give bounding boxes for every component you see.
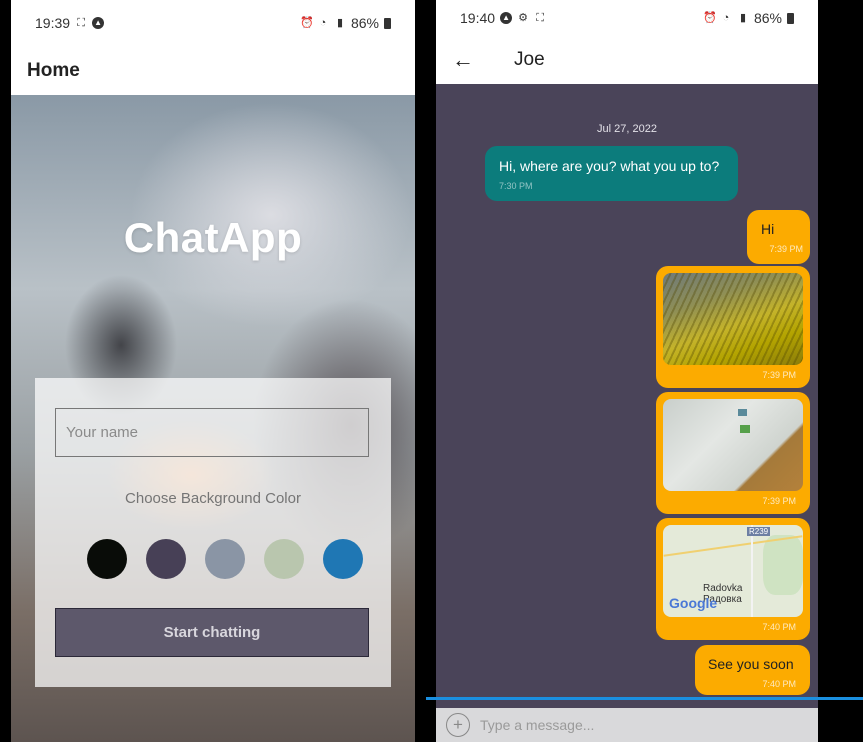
alarm-icon: ⏰ [702, 12, 717, 24]
settings-icon: ⚙ [518, 12, 528, 24]
start-form: Choose Background Color Start chatting [35, 378, 391, 687]
choose-color-label: Choose Background Color [125, 490, 301, 507]
color-swatch-blue[interactable] [323, 539, 363, 579]
contact-name: Joe [514, 49, 545, 70]
battery-percent: 86% [753, 10, 782, 26]
message-bubble-image[interactable]: 7:39 PM [656, 266, 810, 388]
arrow-left-icon[interactable]: ← [452, 47, 482, 73]
home-header: Home [11, 46, 415, 95]
app-title: ChatApp [123, 214, 303, 261]
home-screen: 19:39 ⛶ ▲ ⏰ ◔ ▮ 86% Home ChatApp Choose … [11, 0, 415, 742]
signal-icon: ▮ [739, 12, 746, 24]
message-time: 7:40 PM [762, 622, 796, 632]
chat-header: ← Joe [436, 36, 818, 84]
message-bubble-received[interactable]: Hi, where are you? what you up to? 7:30 … [485, 146, 738, 201]
message-bubble-location[interactable]: R239 Radovka Радовка Google 7:40 PM [656, 518, 810, 640]
message-composer: + [436, 708, 818, 742]
start-chatting-button[interactable]: Start chatting [55, 608, 369, 657]
message-time: 7:30 PM [499, 181, 533, 191]
screenshot-icon: ⛶ [536, 12, 544, 24]
divider-line [426, 697, 863, 700]
battery-percent: 86% [350, 15, 379, 31]
message-text: See you soon [708, 656, 794, 672]
autoplay-icon: ▲ [500, 12, 513, 24]
status-time: 19:39 [35, 15, 71, 31]
alarm-icon: ⏰ [299, 17, 314, 29]
name-input[interactable] [55, 408, 369, 457]
photo-laptop[interactable] [663, 399, 803, 491]
screenshot-icon: ⛶ [77, 17, 85, 29]
color-swatch-green[interactable] [264, 539, 304, 579]
google-logo: Google [669, 595, 718, 611]
message-bubble-sent[interactable]: See you soon 7:40 PM [695, 645, 810, 695]
battery-icon [384, 17, 391, 29]
message-bubble-image[interactable]: 7:39 PM [656, 392, 810, 514]
color-swatch-black[interactable] [87, 539, 127, 579]
screen: 19:39 ⛶ ▲ ⏰ ◔ ▮ 86% Home ChatApp Choose … [0, 0, 863, 742]
message-text: Hi [761, 221, 775, 237]
message-time: 7:40 PM [762, 679, 796, 689]
message-input[interactable] [480, 717, 760, 733]
wifi-icon: ◔ [319, 17, 327, 29]
map-thumbnail[interactable]: R239 Radovka Радовка Google [663, 525, 803, 617]
color-swatch-purple[interactable] [146, 539, 186, 579]
status-bar: 19:40 ▲ ⚙ ⛶ ⏰ ◔ ▮ 86% [436, 0, 818, 36]
status-time: 19:40 [460, 10, 496, 26]
road-label: R239 [747, 527, 771, 536]
add-attachment-icon[interactable]: + [446, 713, 470, 737]
message-time: 7:39 PM [762, 496, 796, 506]
status-bar: 19:39 ⛶ ▲ ⏰ ◔ ▮ 86% [11, 0, 415, 46]
message-text: Hi, where are you? what you up to? [499, 158, 720, 174]
message-bubble-sent[interactable]: Hi 7:39 PM [747, 210, 810, 264]
chat-screen: 19:40 ▲ ⚙ ⛶ ⏰ ◔ ▮ 86% ← Joe Jul 27, 2022… [436, 0, 818, 742]
date-separator: Jul 27, 2022 [597, 123, 657, 135]
message-time: 7:39 PM [769, 244, 803, 254]
autoplay-icon: ▲ [92, 17, 105, 29]
message-time: 7:39 PM [762, 370, 796, 380]
signal-icon: ▮ [336, 17, 343, 29]
photo-water[interactable] [663, 273, 803, 365]
color-swatch-gray[interactable] [205, 539, 245, 579]
wifi-icon: ◔ [722, 12, 730, 24]
battery-icon [787, 12, 794, 24]
